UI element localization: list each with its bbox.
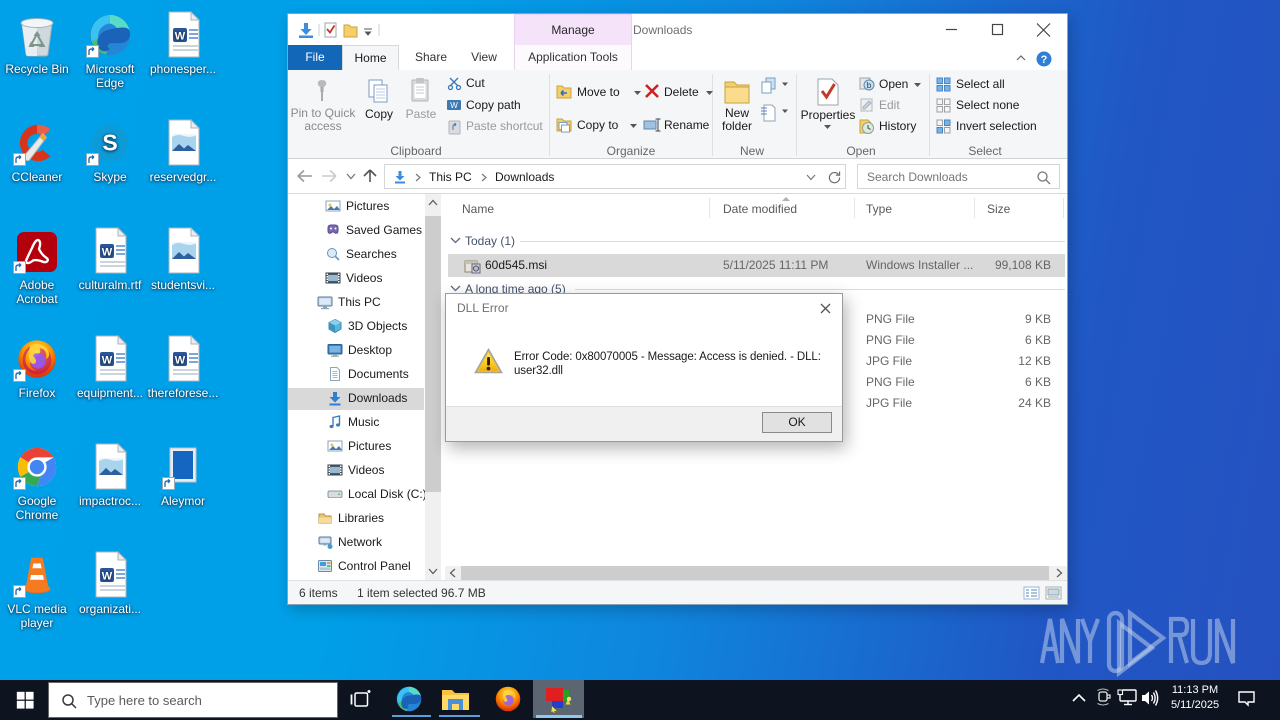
svg-text:W: W: [175, 31, 186, 43]
svg-text:W: W: [450, 101, 458, 110]
svg-text:W: W: [175, 355, 186, 367]
svg-text:b: b: [867, 81, 872, 90]
svg-text:W: W: [102, 355, 113, 367]
svg-text:?: ?: [1041, 54, 1048, 66]
svg-text:S: S: [102, 130, 117, 156]
svg-text:W: W: [102, 571, 113, 583]
svg-text:W: W: [102, 247, 113, 259]
